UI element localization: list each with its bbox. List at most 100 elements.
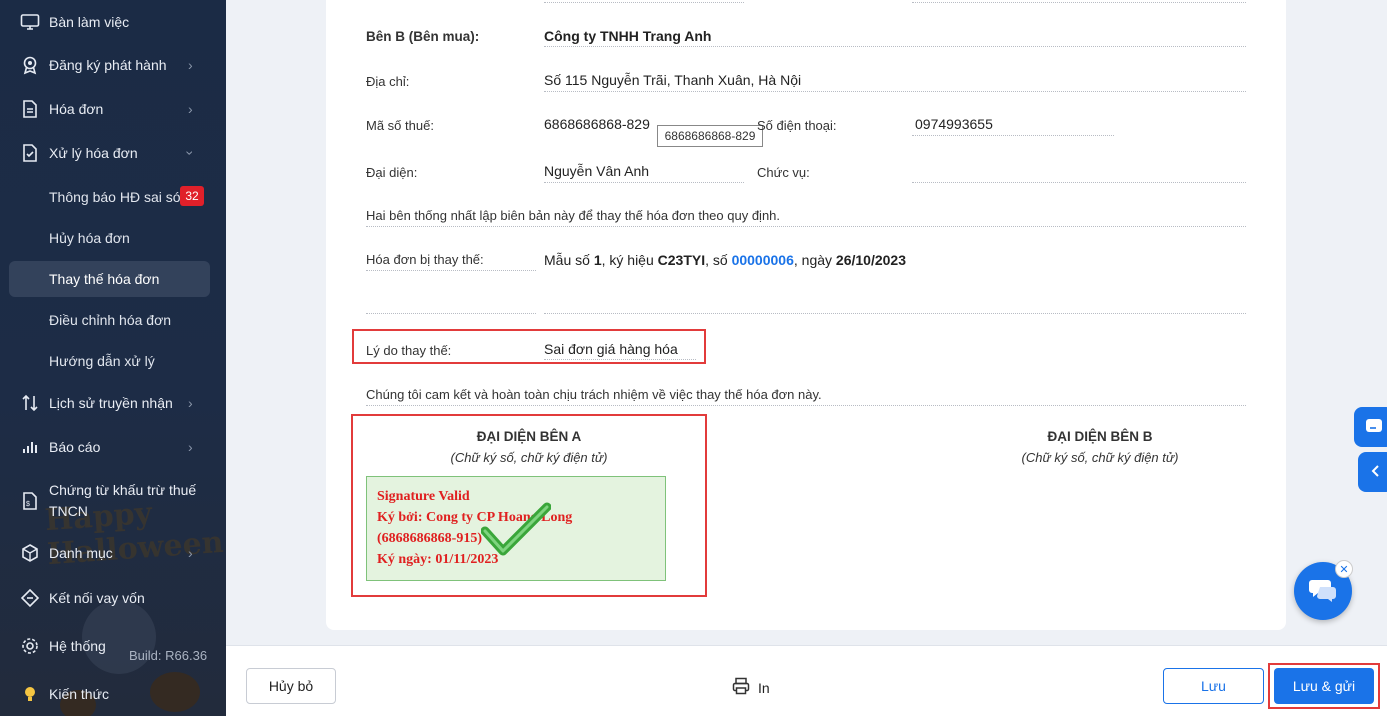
sidebar-item-catalog[interactable]: Danh mục › xyxy=(0,533,226,573)
sidebar-subitem-label: Hướng dẫn xử lý xyxy=(49,353,155,369)
representative-value: Nguyễn Vân Anh xyxy=(544,163,650,179)
print-label: In xyxy=(758,679,770,696)
field-underline xyxy=(544,313,1246,314)
sidebar-item-label-line2: TNCN xyxy=(49,503,88,519)
sidebar-subitem-label: Thay thế hóa đơn xyxy=(49,271,160,287)
sidebar-item-label: Xử lý hóa đơn xyxy=(49,145,138,161)
field-underline xyxy=(544,182,744,183)
replaced-symbol: C23TYI xyxy=(657,252,706,268)
field-underline xyxy=(544,359,696,360)
bar-chart-icon xyxy=(20,437,40,457)
reason-input[interactable]: Sai đơn giá hàng hóa xyxy=(544,341,678,357)
sidebar-item-label: Lịch sử truyền nhận xyxy=(49,395,173,411)
sidebar-item-history[interactable]: Lịch sử truyền nhận › xyxy=(0,383,226,423)
sidebar-subitem-replace-invoice[interactable]: Thay thế hóa đơn xyxy=(9,261,210,297)
sidebar-item-registration[interactable]: Đăng ký phát hành › xyxy=(0,45,226,85)
save-and-send-button[interactable]: Lưu & gửi xyxy=(1274,668,1374,704)
close-icon: ✕ xyxy=(1339,563,1349,576)
save-button[interactable]: Lưu xyxy=(1163,668,1264,704)
chevron-right-icon: › xyxy=(188,439,193,455)
message-icon xyxy=(1364,416,1384,439)
sign-b-subtitle: (Chữ ký số, chữ ký điện tử) xyxy=(1021,450,1179,465)
field-underline xyxy=(366,226,1246,227)
sidebar: Happy Halloween Bàn làm việc Đăng ký phá… xyxy=(0,0,226,716)
sidebar-item-label: Hóa đơn xyxy=(49,101,104,117)
sidebar-item-invoice-processing[interactable]: Xử lý hóa đơn › xyxy=(0,133,226,173)
action-footer: Hủy bỏ In Lưu Lưu & gửi xyxy=(226,645,1387,716)
chevron-right-icon: › xyxy=(188,101,193,117)
reason-label: Lý do thay thế: xyxy=(366,343,452,358)
position-label: Chức vụ: xyxy=(757,165,810,180)
buyer-label: Bên B (Bên mua): xyxy=(366,29,480,44)
main-content: Bên B (Bên mua): Công ty TNHH Trang Anh … xyxy=(226,0,1387,645)
sidebar-subitem-label: Thông báo HĐ sai sót xyxy=(49,189,185,205)
count-badge: 32 xyxy=(180,186,204,206)
svg-text:$: $ xyxy=(26,501,30,508)
taxcode-value: 6868686868-829 xyxy=(544,116,650,132)
taxcode-label: Mã số thuế: xyxy=(366,118,434,133)
chevron-right-icon: › xyxy=(188,395,193,411)
sidebar-item-tax-deduction[interactable]: $ Chứng từ khấu trừ thuế TNCN xyxy=(0,480,226,522)
sign-b-title: ĐẠI DIỆN BÊN B xyxy=(1047,429,1153,444)
chevron-down-icon: › xyxy=(182,150,199,156)
sidebar-item-reports[interactable]: Báo cáo › xyxy=(0,427,226,467)
chevron-left-icon xyxy=(1369,464,1383,481)
monitor-icon xyxy=(20,12,40,32)
sidebar-item-label: Danh mục xyxy=(49,545,113,561)
document-icon xyxy=(20,99,40,119)
field-underline xyxy=(912,182,1246,183)
sidebar-subitem-guide[interactable]: Hướng dẫn xử lý xyxy=(9,343,210,379)
signature-status: Signature Valid xyxy=(377,489,470,504)
side-panel-collapse[interactable] xyxy=(1358,452,1387,492)
replaced-date: 26/10/2023 xyxy=(835,252,906,268)
phone-label: Số điện thoại: xyxy=(757,118,837,133)
chevron-right-icon: › xyxy=(188,57,193,73)
sidebar-item-label: Chứng từ khấu trừ thuế xyxy=(49,482,197,498)
field-underline xyxy=(544,2,744,3)
field-underline xyxy=(366,270,536,271)
replaced-form-number: 1 xyxy=(593,252,602,268)
build-version: Build: R66.36 xyxy=(129,648,208,663)
sidebar-subitem-label: Hủy hóa đơn xyxy=(49,230,130,246)
agreement-text: Hai bên thống nhất lập biên bản này để t… xyxy=(366,208,781,223)
chat-close-button[interactable]: ✕ xyxy=(1335,560,1353,578)
address-value: Số 115 Nguyễn Trãi, Thanh Xuân, Hà Nội xyxy=(544,72,802,88)
sidebar-item-invoices[interactable]: Hóa đơn › xyxy=(0,89,226,129)
gear-icon xyxy=(20,636,40,656)
arrows-updown-icon xyxy=(20,393,40,413)
field-underline xyxy=(544,91,1246,92)
sidebar-subitem-label: Điều chỉnh hóa đơn xyxy=(49,312,172,328)
lightbulb-icon xyxy=(20,684,40,704)
side-panel-tab[interactable] xyxy=(1354,407,1387,447)
sidebar-subitem-adjust-invoice[interactable]: Điều chỉnh hóa đơn xyxy=(9,302,210,338)
taxcode-tooltip: 6868686868-829 xyxy=(657,125,763,147)
address-label: Địa chỉ: xyxy=(366,74,410,89)
sign-a-title: ĐẠI DIỆN BÊN A xyxy=(476,429,582,444)
buyer-value: Công ty TNHH Trang Anh xyxy=(544,28,712,44)
print-button[interactable]: In xyxy=(732,677,770,698)
field-underline xyxy=(912,2,1246,3)
sidebar-subitem-cancel-invoice[interactable]: Hủy hóa đơn xyxy=(9,220,210,256)
cube-icon xyxy=(20,543,40,563)
checkmark-icon xyxy=(480,501,552,560)
printer-icon xyxy=(732,677,750,698)
sidebar-item-loan-connect[interactable]: Kết nối vay vốn xyxy=(0,578,226,618)
field-underline xyxy=(544,46,1246,47)
replaced-invoice-label: Hóa đơn bị thay thế: xyxy=(366,252,484,267)
replaced-invoice-number-link[interactable]: 00000006 xyxy=(732,252,794,268)
representative-label: Đại diện: xyxy=(366,165,418,180)
sidebar-item-label: Kiến thức xyxy=(49,686,109,702)
sidebar-item-label: Bàn làm việc xyxy=(49,14,130,30)
sidebar-item-knowledge[interactable]: Kiến thức xyxy=(0,674,226,714)
signature-taxcode: (6868686868-915) xyxy=(377,531,482,546)
replaced-invoice-info: Mẫu số 1, ký hiệu C23TYI, số 00000006, n… xyxy=(544,252,906,268)
chevron-right-icon: › xyxy=(188,545,193,561)
digital-signature-box[interactable]: Signature Valid Ký bởi: Cong ty CP Hoang… xyxy=(366,476,666,581)
field-underline xyxy=(912,135,1114,136)
link-icon xyxy=(20,588,40,608)
phone-value: 0974993655 xyxy=(915,116,993,132)
tax-document-icon: $ xyxy=(20,491,40,511)
sidebar-item-dashboard[interactable]: Bàn làm việc xyxy=(0,2,226,42)
commitment-text: Chúng tôi cam kết và hoàn toàn chịu trác… xyxy=(366,387,822,402)
cancel-button[interactable]: Hủy bỏ xyxy=(246,668,336,704)
